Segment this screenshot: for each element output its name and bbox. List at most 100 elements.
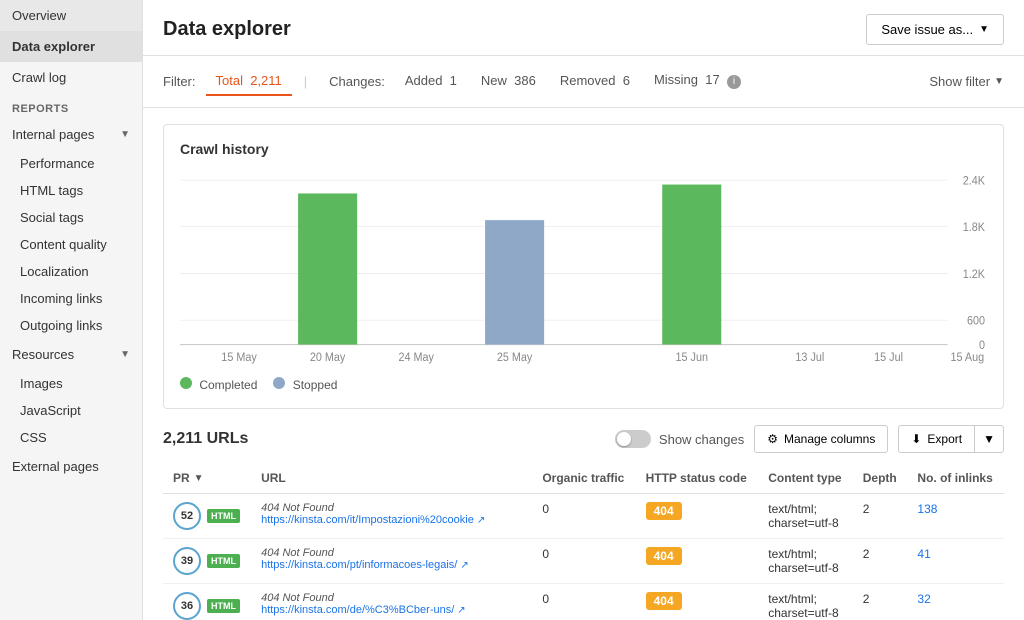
external-link-icon: ↗ [460,560,468,571]
svg-text:15 May: 15 May [221,352,257,365]
depth-cell: 2 [853,494,908,539]
depth-cell: 2 [853,539,908,584]
header: Data explorer Save issue as... ▼ [143,0,1024,56]
show-changes-toggle[interactable] [615,430,651,448]
filter-divider: | [304,74,307,89]
content-type-cell: text/html; charset=utf-8 [758,584,853,620]
svg-text:20 May: 20 May [310,352,346,365]
url-cell: 404 Not Found https://kinsta.com/pt/info… [251,539,532,584]
table-header-row: PR ▼ URL Organic traffic HTTP status cod… [163,463,1004,494]
svg-text:15 Aug: 15 Aug [950,352,984,365]
inlinks-link[interactable]: 41 [917,547,930,561]
sidebar-item-social-tags[interactable]: Social tags [0,204,142,231]
pr-cell: 39 HTML [163,539,251,584]
crawl-history-chart: 15 May 20 May 24 May 25 May 15 Jun 13 Ju… [180,169,987,369]
toggle-knob [617,432,631,446]
filter-bar: Filter: Total 2,211 | Changes: Added 1 N… [143,56,1024,108]
sidebar-item-localization[interactable]: Localization [0,258,142,285]
th-pr[interactable]: PR ▼ [163,463,251,494]
svg-text:2.4K: 2.4K [963,175,986,188]
stopped-legend-dot [273,377,285,389]
sidebar: Overview Data explorer Crawl log REPORTS… [0,0,143,620]
organic-traffic-cell: 0 [532,584,635,620]
filter-tab-new[interactable]: New 386 [471,67,546,96]
th-inlinks: No. of inlinks [907,463,1004,494]
export-group: ⬇ Export ▼ [898,425,1004,453]
http-status-cell: 404 [636,494,759,539]
sidebar-item-internal-pages[interactable]: Internal pages ▼ [0,119,142,150]
svg-text:15 Jun: 15 Jun [676,352,708,365]
show-changes-label: Show changes [659,432,744,447]
external-link-icon: ↗ [457,605,465,616]
url-link[interactable]: https://kinsta.com/de/%C3%BCber-uns/ ↗ [261,604,522,616]
sidebar-item-data-explorer[interactable]: Data explorer [0,31,142,62]
sidebar-item-incoming-links[interactable]: Incoming links [0,285,142,312]
save-issue-button[interactable]: Save issue as... ▼ [866,14,1004,45]
filter-tab-added[interactable]: Added 1 [395,67,467,96]
chart-legend: Completed Stopped [180,377,987,392]
http-status-cell: 404 [636,539,759,584]
filter-label: Filter: [163,74,196,89]
th-organic-traffic: Organic traffic [532,463,635,494]
sidebar-item-performance[interactable]: Performance [0,150,142,177]
sidebar-item-crawl-log[interactable]: Crawl log [0,62,142,93]
sidebar-item-css[interactable]: CSS [0,424,142,451]
inlinks-cell: 41 [907,539,1004,584]
page-title: Data explorer [163,18,291,41]
export-icon: ⬇ [911,432,921,446]
svg-text:0: 0 [979,339,985,352]
inlinks-link[interactable]: 138 [917,502,937,516]
export-dropdown-button[interactable]: ▼ [974,425,1004,453]
external-link-icon: ↗ [477,515,485,526]
sidebar-item-content-quality[interactable]: Content quality [0,231,142,258]
svg-text:1.2K: 1.2K [963,268,986,281]
export-button[interactable]: ⬇ Export [898,425,974,453]
chevron-down-icon: ▼ [994,76,1004,87]
sidebar-item-overview[interactable]: Overview [0,0,142,31]
crawl-history-section: Crawl history 15 May 20 May 24 May 25 [163,124,1004,409]
sidebar-item-outgoing-links[interactable]: Outgoing links [0,312,142,339]
url-link[interactable]: https://kinsta.com/it/Impostazioni%20coo… [261,514,522,526]
completed-legend-dot [180,377,192,389]
inlinks-link[interactable]: 32 [917,592,930,606]
table-row: 39 HTML 404 Not Found https://kinsta.com… [163,539,1004,584]
url-cell: 404 Not Found https://kinsta.com/de/%C3%… [251,584,532,620]
status-badge: 404 [646,592,682,610]
filter-left: Filter: Total 2,211 | Changes: Added 1 N… [163,66,751,97]
filter-tab-total[interactable]: Total 2,211 [206,67,292,96]
sidebar-item-resources[interactable]: Resources ▼ [0,339,142,370]
html-badge: HTML [207,509,240,523]
manage-columns-button[interactable]: ⚙ Manage columns [754,425,888,453]
status-badge: 404 [646,502,682,520]
svg-text:13 Jul: 13 Jul [795,352,824,365]
changes-label: Changes: [329,74,385,89]
svg-text:600: 600 [967,315,985,328]
svg-text:1.8K: 1.8K [963,222,986,235]
html-badge: HTML [207,554,240,568]
html-badge: HTML [207,599,240,613]
url-cell: 404 Not Found https://kinsta.com/it/Impo… [251,494,532,539]
show-filter-button[interactable]: Show filter ▼ [929,74,1004,89]
organic-traffic-cell: 0 [532,539,635,584]
pr-value: 39 [173,547,201,575]
filter-tab-removed[interactable]: Removed 6 [550,67,640,96]
url-title: 404 Not Found [261,502,522,514]
inlinks-cell: 32 [907,584,1004,620]
chevron-down-icon: ▼ [120,349,130,360]
sidebar-item-html-tags[interactable]: HTML tags [0,177,142,204]
gear-icon: ⚙ [767,432,778,446]
inlinks-cell: 138 [907,494,1004,539]
sidebar-item-javascript[interactable]: JavaScript [0,397,142,424]
filter-tab-missing[interactable]: Missing 17 i [644,66,751,97]
sort-arrow-icon: ▼ [194,473,204,484]
info-icon[interactable]: i [727,75,741,89]
sidebar-item-images[interactable]: Images [0,370,142,397]
sidebar-item-external-pages[interactable]: External pages [0,451,142,482]
svg-text:25 May: 25 May [497,352,533,365]
url-count: 2,211 URLs [163,430,248,448]
main-content: Data explorer Save issue as... ▼ Filter:… [143,0,1024,620]
status-badge: 404 [646,547,682,565]
url-data-table: PR ▼ URL Organic traffic HTTP status cod… [163,463,1004,620]
url-title: 404 Not Found [261,592,522,604]
url-link[interactable]: https://kinsta.com/pt/informacoes-legais… [261,559,522,571]
